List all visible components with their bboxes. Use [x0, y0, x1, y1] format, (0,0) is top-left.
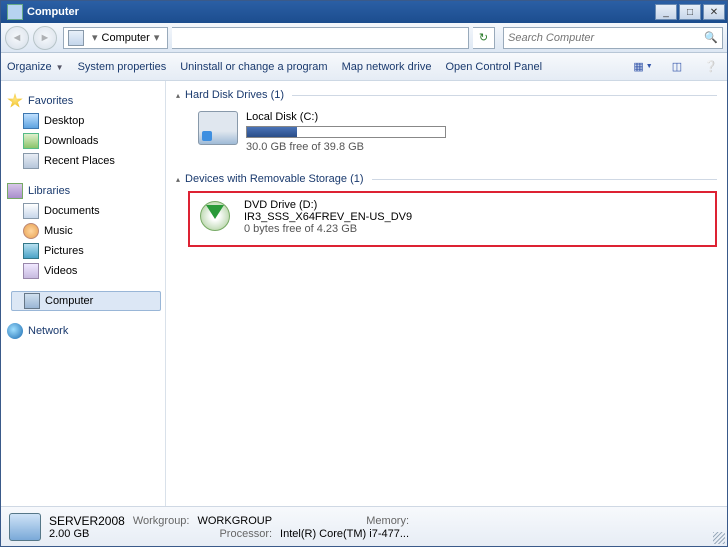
sidebar-item-network[interactable]: Network — [7, 321, 165, 341]
drive-status: 0 bytes free of 4.23 GB — [244, 223, 444, 235]
star-icon — [7, 93, 23, 109]
computer-icon — [24, 293, 40, 309]
desktop-icon — [23, 113, 39, 129]
sidebar: Favorites Desktop Downloads Recent Place… — [1, 81, 166, 506]
drive-label: IR3_SSS_X64FREV_EN-US_DV9 — [244, 211, 444, 223]
computer-icon — [7, 4, 23, 20]
capacity-bar — [246, 126, 446, 138]
back-button[interactable]: ◄ — [5, 26, 29, 50]
sidebar-item-documents[interactable]: Documents — [7, 201, 165, 221]
sidebar-libraries-header[interactable]: Libraries — [7, 181, 165, 201]
drive-status: 30.0 GB free of 39.8 GB — [246, 141, 446, 153]
search-box[interactable]: 🔍 — [503, 27, 723, 49]
forward-button[interactable]: ► — [33, 26, 57, 50]
titlebar[interactable]: Computer _ □ ✕ — [1, 1, 727, 23]
computer-icon — [9, 513, 41, 541]
search-icon[interactable]: 🔍 — [700, 31, 722, 44]
map-drive-button[interactable]: Map network drive — [342, 61, 432, 73]
sidebar-item-downloads[interactable]: Downloads — [7, 131, 165, 151]
drive-name: DVD Drive (D:) — [244, 199, 444, 211]
resize-handle[interactable] — [713, 532, 725, 544]
system-properties-button[interactable]: System properties — [78, 61, 167, 73]
breadcrumb-item[interactable]: Computer — [102, 32, 150, 44]
sidebar-item-music[interactable]: Music — [7, 221, 165, 241]
status-name: SERVER2008 — [49, 514, 125, 528]
sidebar-favorites-header[interactable]: Favorites — [7, 91, 165, 111]
collapse-icon[interactable]: ▴ — [176, 91, 180, 100]
status-processor-label: Processor: — [197, 528, 272, 540]
pictures-icon — [23, 243, 39, 259]
refresh-button[interactable]: ↻ — [473, 27, 495, 49]
preview-pane-button[interactable]: ◫ — [667, 58, 687, 76]
libraries-icon — [7, 183, 23, 199]
drive-local-disk-c[interactable]: Local Disk (C:) 30.0 GB free of 39.8 GB — [194, 107, 717, 157]
uninstall-button[interactable]: Uninstall or change a program — [180, 61, 327, 73]
explorer-window: Computer _ □ ✕ ◄ ► ▾ Computer ▾ ↻ 🔍 Orga… — [0, 0, 728, 547]
network-icon — [7, 323, 23, 339]
status-processor-value: Intel(R) Core(TM) i7-477... — [280, 528, 409, 540]
sidebar-item-desktop[interactable]: Desktop — [7, 111, 165, 131]
downloads-icon — [23, 133, 39, 149]
chevron-icon[interactable]: ▾ — [154, 31, 160, 44]
sidebar-item-recent[interactable]: Recent Places — [7, 151, 165, 171]
status-workgroup-label: Workgroup: — [133, 515, 190, 527]
hdd-icon — [198, 111, 238, 145]
computer-icon — [68, 30, 84, 46]
section-header-removable[interactable]: ▴ Devices with Removable Storage (1) — [176, 173, 717, 185]
collapse-icon[interactable]: ▴ — [176, 175, 180, 184]
chevron-icon[interactable]: ▾ — [92, 31, 98, 44]
status-memory-value: 2.00 GB — [49, 528, 125, 540]
minimize-button[interactable]: _ — [655, 4, 677, 20]
search-input[interactable] — [504, 32, 700, 44]
navbar: ◄ ► ▾ Computer ▾ ↻ 🔍 — [1, 23, 727, 53]
view-options-button[interactable]: ▦▼ — [633, 58, 653, 76]
help-button[interactable]: ❔ — [701, 58, 721, 76]
status-bar: SERVER2008 Workgroup: WORKGROUP Memory: … — [1, 506, 727, 546]
drive-dvd-d[interactable]: DVD Drive (D:) IR3_SSS_X64FREV_EN-US_DV9… — [188, 191, 717, 247]
sidebar-item-computer[interactable]: Computer — [11, 291, 161, 311]
videos-icon — [23, 263, 39, 279]
status-workgroup-value: WORKGROUP — [197, 515, 272, 527]
section-header-hdd[interactable]: ▴ Hard Disk Drives (1) — [176, 89, 717, 101]
maximize-button[interactable]: □ — [679, 4, 701, 20]
control-panel-button[interactable]: Open Control Panel — [445, 61, 542, 73]
toolbar: Organize▼ System properties Uninstall or… — [1, 53, 727, 81]
window-title: Computer — [27, 6, 653, 18]
recent-icon — [23, 153, 39, 169]
dvd-icon — [196, 199, 236, 233]
organize-menu[interactable]: Organize▼ — [7, 61, 64, 73]
music-icon — [23, 223, 39, 239]
address-bar[interactable] — [172, 27, 469, 49]
close-button[interactable]: ✕ — [703, 4, 725, 20]
content-pane: ▴ Hard Disk Drives (1) Local Disk (C:) 3… — [166, 81, 727, 506]
breadcrumb[interactable]: ▾ Computer ▾ — [63, 27, 168, 49]
drive-name: Local Disk (C:) — [246, 111, 446, 123]
documents-icon — [23, 203, 39, 219]
sidebar-item-pictures[interactable]: Pictures — [7, 241, 165, 261]
sidebar-item-videos[interactable]: Videos — [7, 261, 165, 281]
status-memory-label: Memory: — [280, 515, 409, 527]
